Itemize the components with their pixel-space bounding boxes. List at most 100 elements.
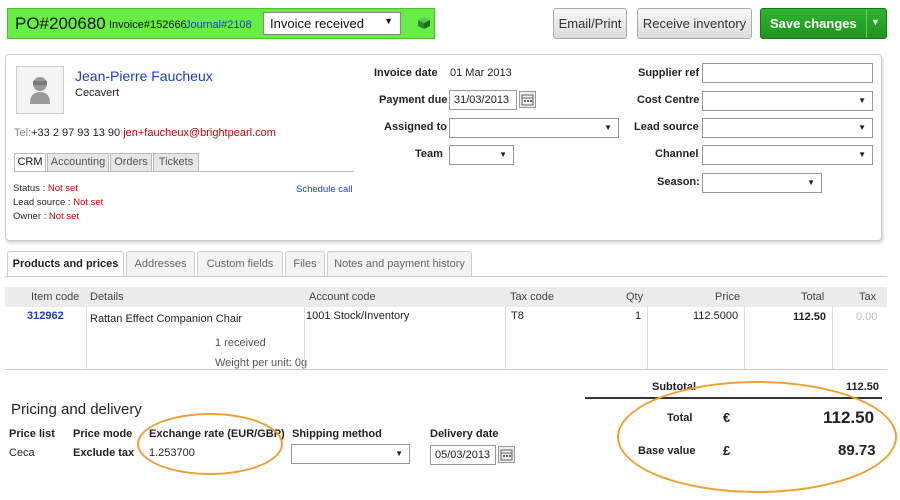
crm-lead-source: Lead source : Not set xyxy=(13,197,104,208)
crm-status: Status : Not set xyxy=(13,183,78,194)
invoice-link[interactable]: Invoice#152666 xyxy=(109,19,187,31)
lead-source-label: Lead source xyxy=(634,121,699,133)
supplier-ref-label: Supplier ref xyxy=(638,67,700,79)
pricing-delivery-title: Pricing and delivery xyxy=(11,401,142,418)
inventory-cube-icon[interactable] xyxy=(417,16,431,30)
delivery-date-input[interactable]: 05/03/2013 xyxy=(430,445,496,465)
chevron-down-icon: ▼ xyxy=(395,449,403,458)
item-total: 112.50 xyxy=(793,311,827,323)
contact-name[interactable]: Jean-Pierre Faucheux xyxy=(75,68,213,84)
calendar-icon[interactable] xyxy=(519,91,536,108)
shipping-method-select[interactable]: ▼ xyxy=(291,444,410,464)
tel-label: Tel: xyxy=(14,127,32,139)
crm-lead-value[interactable]: Not set xyxy=(73,197,103,208)
crm-owner: Owner : Not set xyxy=(13,211,80,222)
contact-panel: Jean-Pierre Faucheux Cecavert Tel:+33 2 … xyxy=(5,54,882,241)
save-label: Save changes xyxy=(770,16,857,31)
lead-source-select[interactable]: ▼ xyxy=(702,118,873,138)
crm-status-value[interactable]: Not set xyxy=(48,183,78,194)
po-header-bar: PO#200680 Invoice#152666 Journal#2108 In… xyxy=(7,8,435,39)
contact-phone-line: Tel:+33 2 97 93 13 90 jen+faucheux@brigh… xyxy=(14,127,276,139)
tab-custom-fields[interactable]: Custom fields xyxy=(197,251,283,277)
po-number: PO#200680 xyxy=(15,14,106,33)
status-value: Invoice received xyxy=(270,16,364,31)
contact-company: Cecavert xyxy=(75,87,120,99)
chevron-down-icon[interactable]: ▼ xyxy=(871,17,880,27)
col-divider xyxy=(647,307,648,369)
price-mode-value[interactable]: Exclude tax xyxy=(73,447,134,459)
products-table-header: Item code Details Account code Tax code … xyxy=(5,287,887,307)
tabs-underline xyxy=(5,276,887,277)
season-label: Season: xyxy=(657,176,700,188)
col-item-code: Item code xyxy=(31,291,80,303)
tab-orders[interactable]: Orders xyxy=(110,153,152,172)
crm-owner-value[interactable]: Not set xyxy=(49,211,79,222)
channel-label: Channel xyxy=(655,148,699,160)
team-label: Team xyxy=(415,148,443,160)
item-price[interactable]: 112.5000 xyxy=(693,310,738,322)
col-tax-code: Tax code xyxy=(510,291,555,303)
season-select[interactable]: ▼ xyxy=(702,173,822,193)
payment-due-label: Payment due xyxy=(379,94,448,106)
channel-select[interactable]: ▼ xyxy=(702,145,873,165)
item-account-code[interactable]: 1001 Stock/Inventory xyxy=(306,310,409,322)
status-select[interactable]: Invoice received ▼ xyxy=(263,12,401,35)
chevron-down-icon: ▼ xyxy=(384,16,393,26)
save-changes-button[interactable]: Save changes ▼ xyxy=(760,8,887,39)
table-bottom-line xyxy=(5,369,887,370)
col-divider xyxy=(86,307,87,369)
tel-number: +33 2 97 93 13 90 xyxy=(31,127,121,139)
chevron-down-icon: ▼ xyxy=(604,123,612,132)
price-mode-label: Price mode xyxy=(73,428,133,440)
chevron-down-icon: ▼ xyxy=(858,150,866,159)
col-qty: Qty xyxy=(626,291,644,303)
item-tax-code[interactable]: T8 xyxy=(511,310,524,322)
contact-email-link[interactable]: jen+faucheux@brightpearl.com xyxy=(123,127,276,139)
col-price: Price xyxy=(715,291,741,303)
team-select[interactable]: ▼ xyxy=(449,145,514,165)
col-tax: Tax xyxy=(859,291,877,303)
chevron-down-icon: ▼ xyxy=(858,96,866,105)
price-list-label: Price list xyxy=(9,428,55,440)
col-divider xyxy=(505,307,506,369)
person-silhouette-icon xyxy=(30,77,50,104)
schedule-call-link[interactable]: Schedule call xyxy=(296,184,353,195)
tab-divider xyxy=(14,171,354,172)
item-qty[interactable]: 1 xyxy=(635,310,641,322)
journal-link[interactable]: Journal#2108 xyxy=(185,19,252,31)
item-code-link[interactable]: 312962 xyxy=(27,310,64,322)
calendar-icon[interactable] xyxy=(498,446,515,463)
invoice-date-value: 01 Mar 2013 xyxy=(450,67,512,79)
chevron-down-icon: ▼ xyxy=(499,150,507,159)
tab-accounting[interactable]: Accounting xyxy=(47,153,109,172)
payment-due-input[interactable]: 31/03/2013 xyxy=(449,90,517,110)
save-divider xyxy=(866,9,867,38)
shipping-method-label: Shipping method xyxy=(292,428,382,440)
col-total: Total xyxy=(801,291,825,303)
delivery-date-label: Delivery date xyxy=(430,428,499,440)
receive-inventory-button[interactable]: Receive inventory xyxy=(637,8,752,39)
item-weight: Weight per unit: 0g xyxy=(215,357,308,369)
item-details: Rattan Effect Companion Chair xyxy=(90,313,243,325)
invoice-date-label: Invoice date xyxy=(374,67,438,79)
price-list-value[interactable]: Ceca xyxy=(9,447,35,459)
cost-centre-select[interactable]: ▼ xyxy=(702,91,873,111)
email-print-button[interactable]: Email/Print xyxy=(553,8,627,39)
subtotal-value: 112.50 xyxy=(846,381,880,393)
col-divider xyxy=(744,307,745,369)
cost-centre-label: Cost Centre xyxy=(637,94,700,106)
tab-crm[interactable]: CRM xyxy=(14,153,46,172)
tab-products-and-prices[interactable]: Products and prices xyxy=(7,251,124,277)
avatar xyxy=(16,66,64,114)
tab-addresses[interactable]: Addresses xyxy=(126,251,195,277)
supplier-ref-input[interactable] xyxy=(702,63,873,83)
col-divider xyxy=(832,307,833,369)
item-tax: 0.00 xyxy=(856,311,878,323)
item-received: 1 received xyxy=(215,337,266,349)
assigned-to-label: Assigned to xyxy=(384,121,447,133)
tab-files[interactable]: Files xyxy=(285,251,325,277)
tab-tickets[interactable]: Tickets xyxy=(153,153,199,172)
chevron-down-icon: ▼ xyxy=(858,123,866,132)
assigned-to-select[interactable]: ▼ xyxy=(449,118,619,138)
tab-notes-and-payment-history[interactable]: Notes and payment history xyxy=(327,251,472,277)
